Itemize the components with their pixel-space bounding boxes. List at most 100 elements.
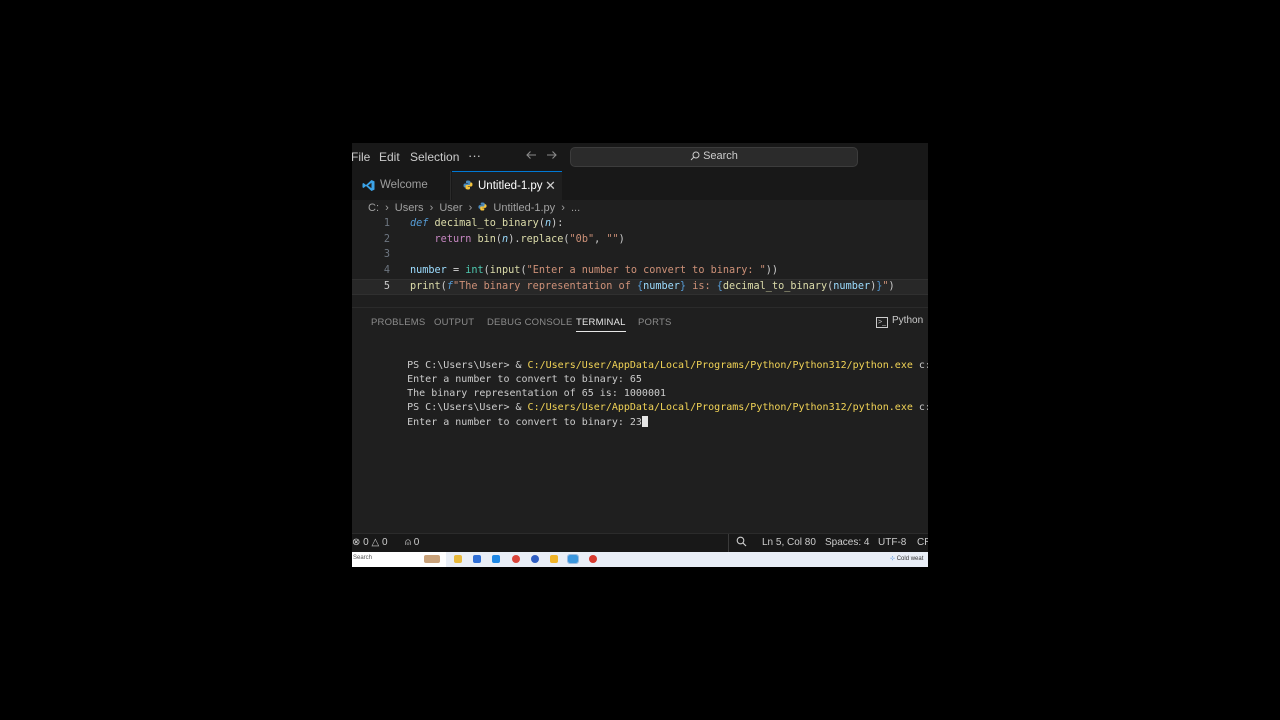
ports-count: 0 (413, 537, 420, 548)
python-icon (478, 202, 487, 214)
breadcrumb-item[interactable]: Untitled-1.py (493, 202, 555, 214)
cursor-position[interactable]: Ln 5, Col 80 (762, 537, 816, 548)
arrow-right-icon[interactable] (546, 148, 558, 164)
panel-divider (352, 307, 928, 308)
code-content: number = int(input("Enter a number to co… (410, 265, 778, 276)
indentation-status[interactable]: Spaces: 4 (825, 537, 869, 548)
store-icon[interactable] (473, 555, 481, 563)
warning-count: 0 (382, 537, 388, 548)
file-explorer-icon[interactable] (454, 555, 462, 563)
app-icon[interactable] (512, 555, 520, 563)
code-editor[interactable]: 1 def decimal_to_binary(n): 2 return bin… (352, 217, 928, 297)
menu-selection[interactable]: Selection (410, 150, 459, 164)
terminal-text: Enter a number to convert to binary: 23 (407, 417, 642, 428)
code-token: ) (888, 281, 895, 292)
ports-status[interactable]: ⍝ 0 (405, 537, 419, 548)
chevron-right-icon: › (468, 202, 473, 214)
menu-file[interactable]: File (352, 150, 370, 164)
code-token: )) (765, 265, 779, 276)
code-token: = (446, 265, 466, 276)
code-line[interactable]: 2 return bin(n).replace("0b", "") (352, 233, 928, 249)
terminal-line: Enter a number to convert to binary: 65 (371, 363, 642, 385)
encoding-status[interactable]: UTF-8 (878, 537, 906, 548)
code-token: number (833, 281, 871, 292)
code-content: print(f"The binary representation of {nu… (410, 281, 895, 292)
title-bar: File Edit Selection ··· Search (352, 143, 928, 171)
tab-welcome-label: Welcome (380, 179, 428, 191)
code-token: "The binary representation of (452, 281, 637, 292)
tab-debug-console[interactable]: DEBUG CONSOLE (487, 317, 572, 328)
chevron-right-icon: › (561, 202, 565, 214)
breadcrumb: C: › Users › User › Untitled-1.py › ... (368, 202, 583, 216)
code-token: "0b" (569, 234, 595, 245)
code-line[interactable]: 3 (352, 248, 928, 264)
tab-ports[interactable]: PORTS (638, 317, 672, 328)
code-line[interactable]: 4 number = int(input("Enter a number to … (352, 264, 928, 280)
command-center-search[interactable]: Search (570, 147, 858, 167)
arrow-left-icon[interactable] (525, 148, 537, 164)
tab-output[interactable]: OUTPUT (434, 317, 474, 328)
terminal-line: Enter a number to convert to binary: 23 (371, 405, 648, 428)
chrome-icon[interactable] (589, 555, 597, 563)
terminal-args: c:/Users/U (918, 360, 928, 371)
line-number: 1 (383, 218, 390, 229)
vscode-taskbar-icon[interactable] (567, 554, 579, 564)
editor-tab-bar: Welcome Untitled-1.py ✕ (352, 171, 928, 200)
breadcrumb-item[interactable]: User (439, 202, 462, 214)
code-token: , (594, 234, 607, 245)
code-token: def (410, 218, 429, 229)
code-token: ). (508, 234, 521, 245)
code-token: replace (520, 234, 564, 245)
search-icon (690, 151, 700, 161)
code-token: ) (618, 234, 625, 245)
search-label: Search (703, 150, 738, 162)
terminal-line: PS C:\Users\User> & C:/Users/User/AppDat… (371, 391, 928, 413)
vscode-window: File Edit Selection ··· Search Welcome U… (352, 143, 928, 567)
code-token: int (465, 265, 484, 276)
tab-terminal[interactable]: TERMINAL (576, 317, 626, 332)
terminal-instance-python[interactable]: >_ Python (876, 315, 923, 328)
code-content: def decimal_to_binary(n): (410, 218, 563, 229)
code-token: number (643, 281, 680, 292)
taskbar-search-highlight-icon[interactable] (424, 555, 440, 563)
breadcrumb-item[interactable]: C: (368, 202, 379, 214)
zoom-icon[interactable] (736, 536, 747, 550)
tab-problems[interactable]: PROBLEMS (371, 317, 425, 328)
code-content: return bin(n).replace("0b", "") (410, 234, 625, 245)
code-token: number (410, 265, 447, 276)
chevron-right-icon: › (429, 202, 434, 214)
breadcrumb-item[interactable]: Users (395, 202, 424, 214)
mail-icon[interactable] (492, 555, 500, 563)
app-icon[interactable] (531, 555, 539, 563)
code-token: print (410, 281, 441, 292)
tab-welcome[interactable]: Welcome (352, 171, 451, 200)
weather-icon: ⊹ (890, 556, 896, 562)
code-line-current[interactable]: 5 print(f"The binary representation of {… (352, 279, 928, 295)
code-token: decimal_to_binary (434, 218, 539, 229)
breadcrumb-item[interactable]: ... (571, 202, 580, 214)
terminal-icon: >_ (876, 317, 888, 328)
weather-text: Cold weat (896, 556, 924, 562)
menu-more-button[interactable]: ··· (468, 148, 481, 163)
code-line[interactable]: 1 def decimal_to_binary(n): (352, 217, 928, 233)
error-icon: ⊗ (352, 537, 361, 548)
app-icon[interactable] (550, 555, 558, 563)
weather-widget[interactable]: ⊹ Cold weat (890, 555, 923, 562)
vscode-logo-icon (362, 179, 375, 195)
problems-status[interactable]: ⊗ 0 △ 0 (352, 537, 388, 548)
tab-untitled-1-py[interactable]: Untitled-1.py ✕ (452, 171, 562, 200)
windows-taskbar: Search ⊹ Cold weat (352, 552, 928, 567)
menu-edit[interactable]: Edit (379, 150, 400, 164)
line-number: 2 (383, 234, 390, 245)
code-token: "" (606, 234, 619, 245)
terminal-args: c:/Users/U (918, 402, 928, 413)
terminal-line: PS C:\Users\User> & C:/Users/User/AppDat… (371, 349, 928, 371)
line-number: 4 (383, 265, 390, 276)
python-icon (463, 180, 473, 193)
terminal-line: The binary representation of 65 is: 1000… (371, 377, 666, 399)
eol-status[interactable]: CR (917, 537, 928, 548)
close-icon[interactable]: ✕ (545, 178, 556, 194)
broadcast-icon: ⍝ (405, 537, 411, 548)
code-token: bin (477, 234, 496, 245)
